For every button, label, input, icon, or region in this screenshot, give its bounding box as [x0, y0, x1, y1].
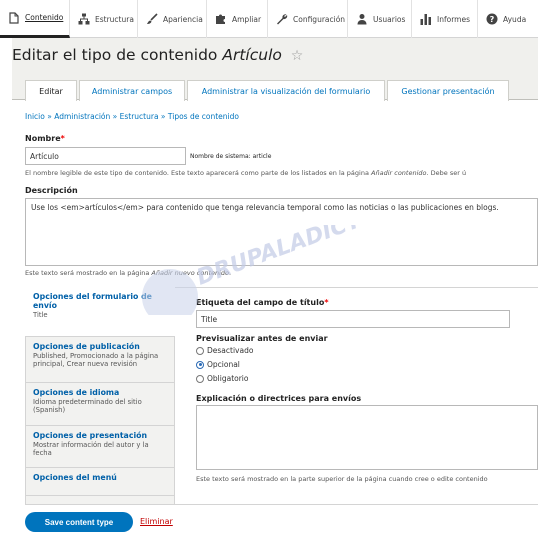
preview-label: Previsualizar antes de enviar	[196, 334, 328, 343]
toolbar-item-contenido[interactable]: Contenido	[0, 0, 70, 38]
tab-gestionar-presentacion[interactable]: Gestionar presentación	[387, 80, 509, 101]
brush-icon	[146, 13, 158, 25]
name-help-em: Añadir contenido	[371, 169, 427, 177]
radio-button[interactable]	[196, 346, 204, 355]
name-label: Nombre*	[25, 134, 65, 143]
tab-administrar-campos[interactable]: Administrar campos	[79, 80, 185, 101]
machine-name: Nombre de sistema: article	[190, 153, 272, 160]
page-title-type: Artículo	[222, 46, 282, 64]
vtab-summary: Published, Promocionado a la página prin…	[33, 352, 159, 368]
vtab-title: Opciones del formulario de envío	[33, 292, 152, 310]
required-mark: *	[324, 298, 329, 307]
toolbar-item-informes[interactable]: Informes	[412, 0, 478, 38]
preview-option-desactivado[interactable]: Desactivado	[196, 346, 253, 355]
vtab-display[interactable]: Opciones de presentación Mostrar informa…	[25, 426, 175, 468]
toolbar-item-ampliar[interactable]: Ampliar	[207, 0, 268, 38]
page-title: Editar el tipo de contenido Artículo ☆	[12, 46, 303, 64]
description-label: Descripción	[25, 186, 78, 195]
title-field-input[interactable]: Title	[196, 310, 510, 328]
vtab-title: Opciones de presentación	[33, 431, 148, 440]
toolbar-item-usuarios[interactable]: Usuarios	[348, 0, 412, 38]
tab-editar[interactable]: Editar	[25, 80, 77, 101]
sitemap-icon	[78, 13, 90, 25]
shortcut-star-icon[interactable]: ☆	[291, 48, 304, 64]
description-help-suffix: .	[229, 269, 232, 277]
help-icon: ?	[486, 13, 498, 25]
breadcrumb[interactable]: Inicio » Administración » Estructura » T…	[25, 112, 239, 121]
toolbar-label: Configuración	[293, 14, 346, 24]
wrench-icon	[276, 13, 288, 25]
preview-option-obligatorio[interactable]: Obligatorio	[196, 374, 248, 383]
delete-link[interactable]: Eliminar	[140, 517, 173, 526]
svg-text:?: ?	[490, 15, 495, 24]
tab-visualizacion-formulario[interactable]: Administrar la visualización del formula…	[187, 80, 385, 101]
name-help-text: El nombre legible de este tipo de conten…	[25, 169, 369, 177]
guidelines-label: Explicación o directrices para envíos	[196, 394, 362, 403]
title-field-label-text: Etiqueta del campo de título	[196, 298, 325, 307]
toolbar-label: Contenido	[25, 13, 64, 22]
radio-label: Opcional	[207, 360, 240, 369]
radio-button[interactable]	[196, 374, 204, 383]
bar-chart-icon	[420, 13, 432, 25]
toolbar-label: Ampliar	[232, 14, 262, 24]
radio-button-checked[interactable]	[196, 360, 204, 369]
guidelines-textarea[interactable]	[196, 405, 538, 470]
vtab-summary: Title	[33, 311, 48, 319]
description-textarea[interactable]: Use los <em>artículos</em> para contenid…	[25, 198, 538, 266]
user-icon	[356, 13, 368, 25]
file-icon	[8, 11, 20, 24]
toolbar-item-apariencia[interactable]: Apariencia	[138, 0, 207, 38]
toolbar-label: Informes	[437, 14, 470, 24]
toolbar-item-configuracion[interactable]: Configuración	[268, 0, 348, 38]
name-input[interactable]: Artículo	[25, 147, 186, 165]
vtab-summary: Mostrar información del autor y la fecha	[33, 441, 149, 457]
preview-option-opcional[interactable]: Opcional	[196, 360, 240, 369]
vtab-menu[interactable]: Opciones del menú	[25, 468, 175, 496]
admin-toolbar: Contenido Estructura Apariencia Ampliar …	[0, 0, 538, 38]
toolbar-item-ayuda[interactable]: ? Ayuda	[478, 0, 538, 38]
vtab-publication[interactable]: Opciones de publicación Published, Promo…	[25, 337, 175, 383]
guidelines-help: Este texto será mostrado en la parte sup…	[196, 475, 488, 483]
vtab-language[interactable]: Opciones de idioma Idioma predeterminado…	[25, 383, 175, 426]
radio-label: Desactivado	[207, 346, 254, 355]
radio-label: Obligatorio	[207, 374, 249, 383]
title-field-label: Etiqueta del campo de título*	[196, 298, 329, 307]
vtab-title: Opciones de idioma	[33, 388, 120, 397]
vtab-title: Opciones de publicación	[33, 342, 140, 351]
puzzle-icon	[215, 13, 227, 25]
description-help: Este texto será mostrado en la página Añ…	[25, 269, 231, 277]
name-label-text: Nombre	[25, 134, 61, 143]
toolbar-label: Usuarios	[373, 14, 406, 24]
description-help-em: Añadir nuevo contenido	[151, 269, 230, 277]
page-title-text: Editar el tipo de contenido	[12, 46, 218, 64]
toolbar-label: Ayuda	[503, 14, 527, 24]
vtab-summary: Idioma predeterminado del sitio (Spanish…	[33, 398, 142, 414]
required-mark: *	[60, 134, 65, 143]
toolbar-item-estructura[interactable]: Estructura	[70, 0, 138, 38]
name-help: El nombre legible de este tipo de conten…	[25, 169, 466, 177]
description-help-text: Este texto será mostrado en la página	[25, 269, 150, 277]
vtab-submission-form[interactable]: Opciones del formulario de envío Title	[25, 287, 175, 337]
name-help-suffix: . Debe ser ú	[426, 169, 467, 177]
toolbar-label: Estructura	[95, 14, 134, 24]
vtab-title: Opciones del menú	[33, 473, 117, 482]
save-content-type-button[interactable]: Save content type	[25, 512, 133, 532]
toolbar-label: Apariencia	[163, 14, 203, 24]
